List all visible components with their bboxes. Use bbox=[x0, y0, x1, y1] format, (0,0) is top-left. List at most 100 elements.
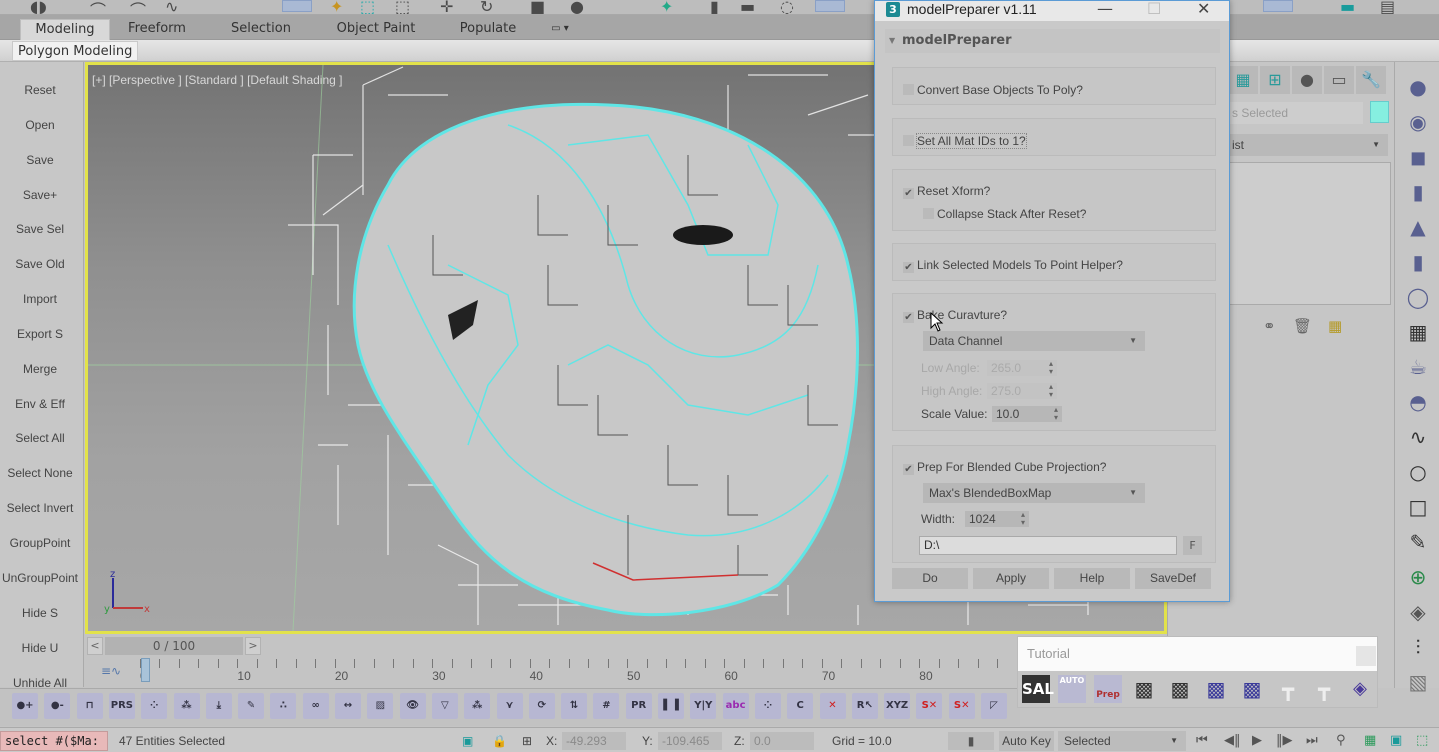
minimize-icon[interactable]: — bbox=[1097, 0, 1113, 18]
m-checker-cube-icon[interactable]: ▩ bbox=[1166, 675, 1194, 703]
select-invert-button[interactable]: Select Invert bbox=[0, 496, 80, 520]
play-icon[interactable]: ▶ bbox=[1252, 733, 1262, 748]
set-mat-ids-checkbox[interactable]: Set All Mat IDs to 1? bbox=[903, 133, 1027, 149]
tab-populate[interactable]: Populate bbox=[448, 19, 528, 40]
reset-xform-checkbox[interactable]: ✔ Reset Xform? bbox=[903, 184, 990, 199]
checkbox-box[interactable] bbox=[903, 84, 914, 95]
apply-button[interactable]: Apply bbox=[973, 568, 1049, 589]
sal-icon[interactable]: SAL bbox=[1022, 675, 1054, 703]
output-path-field[interactable]: D:\ bbox=[919, 536, 1177, 555]
hierarchy-tab-icon[interactable]: ⊞ bbox=[1260, 66, 1290, 94]
spinner-arrows-icon[interactable]: ▴ ▾ bbox=[1021, 511, 1025, 527]
select-by-name-icon[interactable]: ✦ bbox=[330, 0, 343, 16]
import-button[interactable]: Import bbox=[0, 287, 80, 311]
weld-icon[interactable]: ⋎ bbox=[496, 693, 523, 719]
group-point-button[interactable]: GroupPoint bbox=[0, 531, 80, 555]
make-unique-icon[interactable]: ⚭ bbox=[1263, 317, 1276, 335]
box-icon[interactable]: ◼ bbox=[1405, 144, 1431, 170]
rollout-header[interactable]: ▼ modelPreparer bbox=[885, 29, 1220, 53]
spinner-arrows-icon[interactable]: ▴ ▾ bbox=[1049, 383, 1053, 399]
ribbon-options-dropdown[interactable]: ▭ ▾ bbox=[540, 19, 580, 40]
low-angle-spinner[interactable]: 265.0 ▴ ▾ bbox=[987, 360, 1057, 376]
create-tab-icon[interactable]: ▦ bbox=[1228, 66, 1258, 94]
scale-value-spinner[interactable]: 10.0 ▴ ▾ bbox=[992, 406, 1062, 422]
normals-icon[interactable]: ◸ bbox=[981, 693, 1007, 719]
checker-cube-icon[interactable]: ▩ bbox=[1130, 675, 1158, 703]
rectangle-spline-icon[interactable]: □ bbox=[1405, 494, 1431, 520]
distance-icon[interactable]: ↔ bbox=[335, 693, 361, 719]
object-color-swatch[interactable] bbox=[1370, 101, 1389, 123]
y-y-icon[interactable]: Y|Y bbox=[690, 693, 717, 719]
modifier-list-dropdown[interactable]: ist ▼ bbox=[1228, 134, 1388, 156]
sphere-icon[interactable]: ● bbox=[1405, 74, 1431, 100]
convert-poly-checkbox[interactable]: Convert Base Objects To Poly? bbox=[903, 83, 1083, 97]
bones-icon[interactable]: ⫶ bbox=[1405, 634, 1431, 660]
maximize-icon[interactable]: ☐ bbox=[1147, 0, 1161, 18]
ungroup-point-button[interactable]: UnGroupPoint bbox=[0, 566, 80, 590]
teapot-icon[interactable]: ☕ bbox=[1405, 354, 1431, 380]
circle-spline-icon[interactable]: ○ bbox=[1405, 459, 1431, 485]
zoom-icon[interactable]: ⚲ bbox=[1336, 733, 1346, 748]
cone-icon[interactable]: ▲ bbox=[1405, 214, 1431, 240]
angle-snap-icon[interactable]: ▬ bbox=[740, 0, 755, 16]
save-sel-button[interactable]: Save Sel bbox=[0, 217, 80, 241]
checkbox-checked[interactable]: ✔ bbox=[903, 188, 914, 199]
auto-key-button[interactable]: Auto Key bbox=[999, 731, 1054, 751]
window-crossing-icon[interactable]: ⬚ bbox=[395, 0, 410, 16]
move-icon[interactable]: ✛ bbox=[440, 0, 453, 16]
scatter-points-icon[interactable]: ⁘ bbox=[141, 693, 168, 719]
sr-reset-2-icon[interactable]: S✕ bbox=[948, 693, 975, 719]
eye-filter-icon[interactable]: ⁂ bbox=[464, 693, 491, 719]
tutorial-close-button[interactable] bbox=[1356, 646, 1376, 666]
bake-curvature-checkbox[interactable]: ✔ Bake Curavture? bbox=[903, 308, 1007, 323]
help-button[interactable]: Help bbox=[1054, 568, 1130, 589]
mirror-button[interactable] bbox=[1263, 0, 1293, 12]
spinner-arrows-icon[interactable]: ▴ ▾ bbox=[1054, 406, 1058, 422]
prs-reset-icon[interactable]: ✕ bbox=[819, 693, 846, 719]
utilities-tab-icon[interactable]: 🔧 bbox=[1356, 66, 1386, 94]
spinner-arrows-icon[interactable]: ▴ ▾ bbox=[1049, 360, 1053, 376]
snap-align-icon[interactable]: ⊓ bbox=[76, 693, 103, 719]
drop-to-ground-icon[interactable]: ⤓ bbox=[205, 693, 232, 719]
link-icon[interactable]: ∞ bbox=[302, 693, 329, 719]
line-spline-icon[interactable]: ∿ bbox=[1405, 424, 1431, 450]
hide-u-button[interactable]: Hide U bbox=[0, 636, 80, 660]
tab-selection[interactable]: Selection bbox=[220, 19, 302, 40]
blended-cube-icon[interactable]: ▩ bbox=[1202, 675, 1230, 703]
zoom-all-icon[interactable]: ▦ bbox=[1364, 733, 1376, 748]
m-blended-cube-icon[interactable]: ▩ bbox=[1238, 675, 1266, 703]
layer-icon[interactable]: ▤ bbox=[1380, 0, 1395, 16]
particles-icon[interactable]: ∴ bbox=[270, 693, 297, 719]
merge-button[interactable]: Merge bbox=[0, 357, 80, 381]
curvature-channel-dropdown[interactable]: Data Channel ▼ bbox=[923, 331, 1145, 351]
hide-s-button[interactable]: Hide S bbox=[0, 601, 80, 625]
tutorial-header[interactable]: Tutorial bbox=[1018, 637, 1377, 671]
checkbox-checked[interactable]: ✔ bbox=[903, 262, 914, 273]
close-icon[interactable]: ✕ bbox=[1197, 0, 1210, 18]
prs-icon[interactable]: PRS bbox=[108, 693, 135, 719]
next-frame-icon[interactable]: ‖▶ bbox=[1276, 733, 1293, 748]
pedestal-icon[interactable]: ┳ bbox=[1274, 675, 1302, 703]
viewport-label-menu[interactable]: [+] [Perspective ] [Standard ] [Default … bbox=[92, 73, 342, 87]
color-picker-icon[interactable]: ▨ bbox=[367, 693, 394, 719]
place-icon[interactable]: ● bbox=[570, 0, 584, 16]
percent-snap-icon[interactable]: ◌ bbox=[780, 0, 794, 16]
modifier-stack-list[interactable] bbox=[1228, 162, 1391, 305]
spinner-snap-button[interactable] bbox=[815, 0, 845, 12]
hair-icon[interactable]: ▧ bbox=[1405, 669, 1431, 695]
lock-icon[interactable]: 🔒 bbox=[492, 734, 507, 748]
do-button[interactable]: Do bbox=[892, 568, 968, 589]
flip-normals-icon[interactable]: ⇅ bbox=[561, 693, 588, 719]
material-swap-icon[interactable]: ⟳ bbox=[528, 693, 555, 719]
configure-modifier-icon[interactable]: ▦ bbox=[1328, 317, 1342, 335]
prep-icon[interactable]: Prep bbox=[1094, 675, 1122, 703]
show-hide-icon[interactable]: 👁 bbox=[399, 693, 426, 719]
rotate-icon[interactable]: ↻ bbox=[480, 0, 493, 16]
y-coord-field[interactable]: -109.465 bbox=[658, 732, 722, 750]
group-point-icon[interactable]: ⁂ bbox=[173, 693, 200, 719]
torus-icon[interactable]: ◯ bbox=[1405, 284, 1431, 310]
collapse-stack-checkbox[interactable]: Collapse Stack After Reset? bbox=[923, 207, 1086, 221]
bind-spacewarp-icon[interactable]: ∿ bbox=[165, 0, 178, 16]
unhide-all-button[interactable]: Unhide All bbox=[0, 671, 80, 687]
tab-freeform[interactable]: Freeform bbox=[118, 19, 196, 40]
